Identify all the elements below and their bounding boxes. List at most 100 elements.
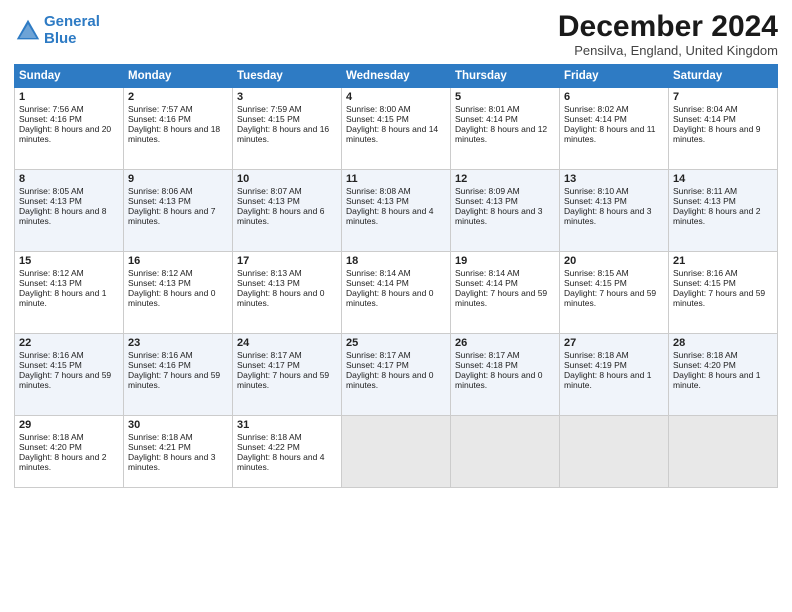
calendar-cell bbox=[451, 416, 560, 488]
calendar-table: Sunday Monday Tuesday Wednesday Thursday… bbox=[14, 64, 778, 488]
day-number: 28 bbox=[673, 337, 773, 349]
calendar-cell: 21Sunrise: 8:16 AMSunset: 4:15 PMDayligh… bbox=[669, 252, 778, 334]
calendar-cell: 13Sunrise: 8:10 AMSunset: 4:13 PMDayligh… bbox=[560, 170, 669, 252]
header-sunday: Sunday bbox=[15, 65, 124, 88]
sunset: Sunset: 4:20 PM bbox=[19, 442, 119, 452]
sunset: Sunset: 4:15 PM bbox=[564, 278, 664, 288]
calendar-cell: 30Sunrise: 8:18 AMSunset: 4:21 PMDayligh… bbox=[124, 416, 233, 488]
calendar-body: 1Sunrise: 7:56 AMSunset: 4:16 PMDaylight… bbox=[15, 88, 778, 488]
day-number: 7 bbox=[673, 91, 773, 103]
sunset: Sunset: 4:13 PM bbox=[564, 196, 664, 206]
logo: General Blue bbox=[14, 14, 100, 47]
header-row: Sunday Monday Tuesday Wednesday Thursday… bbox=[15, 65, 778, 88]
calendar-cell: 1Sunrise: 7:56 AMSunset: 4:16 PMDaylight… bbox=[15, 88, 124, 170]
calendar-week-5: 29Sunrise: 8:18 AMSunset: 4:20 PMDayligh… bbox=[15, 416, 778, 488]
sunrise: Sunrise: 8:01 AM bbox=[455, 104, 555, 114]
day-number: 30 bbox=[128, 419, 228, 431]
header-monday: Monday bbox=[124, 65, 233, 88]
calendar-cell: 19Sunrise: 8:14 AMSunset: 4:14 PMDayligh… bbox=[451, 252, 560, 334]
day-number: 10 bbox=[237, 173, 337, 185]
calendar-week-1: 1Sunrise: 7:56 AMSunset: 4:16 PMDaylight… bbox=[15, 88, 778, 170]
sunset: Sunset: 4:14 PM bbox=[455, 114, 555, 124]
day-number: 5 bbox=[455, 91, 555, 103]
sunset: Sunset: 4:15 PM bbox=[673, 278, 773, 288]
calendar-cell: 25Sunrise: 8:17 AMSunset: 4:17 PMDayligh… bbox=[342, 334, 451, 416]
title-block: December 2024 Pensilva, England, United … bbox=[558, 10, 778, 58]
daylight: Daylight: 8 hours and 16 minutes. bbox=[237, 124, 337, 144]
calendar-cell: 10Sunrise: 8:07 AMSunset: 4:13 PMDayligh… bbox=[233, 170, 342, 252]
month-title: December 2024 bbox=[558, 10, 778, 43]
day-number: 14 bbox=[673, 173, 773, 185]
sunset: Sunset: 4:15 PM bbox=[346, 114, 446, 124]
calendar-cell bbox=[342, 416, 451, 488]
calendar-cell: 17Sunrise: 8:13 AMSunset: 4:13 PMDayligh… bbox=[233, 252, 342, 334]
sunset: Sunset: 4:15 PM bbox=[237, 114, 337, 124]
calendar-cell: 22Sunrise: 8:16 AMSunset: 4:15 PMDayligh… bbox=[15, 334, 124, 416]
daylight: Daylight: 7 hours and 59 minutes. bbox=[455, 288, 555, 308]
sunrise: Sunrise: 8:13 AM bbox=[237, 268, 337, 278]
sunset: Sunset: 4:17 PM bbox=[237, 360, 337, 370]
header-thursday: Thursday bbox=[451, 65, 560, 88]
daylight: Daylight: 7 hours and 59 minutes. bbox=[237, 370, 337, 390]
logo-blue: Blue bbox=[44, 30, 77, 47]
day-number: 12 bbox=[455, 173, 555, 185]
day-number: 23 bbox=[128, 337, 228, 349]
calendar-cell: 20Sunrise: 8:15 AMSunset: 4:15 PMDayligh… bbox=[560, 252, 669, 334]
sunrise: Sunrise: 7:57 AM bbox=[128, 104, 228, 114]
day-number: 16 bbox=[128, 255, 228, 267]
sunrise: Sunrise: 8:16 AM bbox=[128, 350, 228, 360]
sunset: Sunset: 4:22 PM bbox=[237, 442, 337, 452]
logo-text: General Blue bbox=[44, 14, 100, 47]
calendar-cell: 23Sunrise: 8:16 AMSunset: 4:16 PMDayligh… bbox=[124, 334, 233, 416]
sunrise: Sunrise: 8:02 AM bbox=[564, 104, 664, 114]
daylight: Daylight: 8 hours and 2 minutes. bbox=[673, 206, 773, 226]
calendar-cell: 3Sunrise: 7:59 AMSunset: 4:15 PMDaylight… bbox=[233, 88, 342, 170]
daylight: Daylight: 7 hours and 59 minutes. bbox=[128, 370, 228, 390]
calendar-cell: 6Sunrise: 8:02 AMSunset: 4:14 PMDaylight… bbox=[560, 88, 669, 170]
header-tuesday: Tuesday bbox=[233, 65, 342, 88]
sunrise: Sunrise: 8:05 AM bbox=[19, 186, 119, 196]
sunrise: Sunrise: 8:15 AM bbox=[564, 268, 664, 278]
day-number: 3 bbox=[237, 91, 337, 103]
sunrise: Sunrise: 8:07 AM bbox=[237, 186, 337, 196]
sunset: Sunset: 4:13 PM bbox=[237, 278, 337, 288]
daylight: Daylight: 8 hours and 12 minutes. bbox=[455, 124, 555, 144]
sunrise: Sunrise: 8:00 AM bbox=[346, 104, 446, 114]
day-number: 13 bbox=[564, 173, 664, 185]
location: Pensilva, England, United Kingdom bbox=[558, 43, 778, 58]
daylight: Daylight: 8 hours and 4 minutes. bbox=[346, 206, 446, 226]
daylight: Daylight: 8 hours and 0 minutes. bbox=[346, 370, 446, 390]
sunrise: Sunrise: 8:12 AM bbox=[19, 268, 119, 278]
sunset: Sunset: 4:17 PM bbox=[346, 360, 446, 370]
calendar-cell: 4Sunrise: 8:00 AMSunset: 4:15 PMDaylight… bbox=[342, 88, 451, 170]
daylight: Daylight: 8 hours and 0 minutes. bbox=[237, 288, 337, 308]
day-number: 1 bbox=[19, 91, 119, 103]
daylight: Daylight: 8 hours and 3 minutes. bbox=[455, 206, 555, 226]
calendar-cell: 11Sunrise: 8:08 AMSunset: 4:13 PMDayligh… bbox=[342, 170, 451, 252]
daylight: Daylight: 8 hours and 0 minutes. bbox=[128, 288, 228, 308]
daylight: Daylight: 8 hours and 0 minutes. bbox=[346, 288, 446, 308]
daylight: Daylight: 8 hours and 1 minute. bbox=[673, 370, 773, 390]
sunset: Sunset: 4:14 PM bbox=[346, 278, 446, 288]
sunset: Sunset: 4:13 PM bbox=[128, 196, 228, 206]
sunrise: Sunrise: 8:18 AM bbox=[128, 432, 228, 442]
day-number: 24 bbox=[237, 337, 337, 349]
day-number: 20 bbox=[564, 255, 664, 267]
daylight: Daylight: 7 hours and 59 minutes. bbox=[564, 288, 664, 308]
sunrise: Sunrise: 8:18 AM bbox=[237, 432, 337, 442]
sunrise: Sunrise: 8:18 AM bbox=[19, 432, 119, 442]
daylight: Daylight: 8 hours and 9 minutes. bbox=[673, 124, 773, 144]
header: General Blue December 2024 Pensilva, Eng… bbox=[14, 10, 778, 58]
calendar-week-2: 8Sunrise: 8:05 AMSunset: 4:13 PMDaylight… bbox=[15, 170, 778, 252]
day-number: 19 bbox=[455, 255, 555, 267]
day-number: 27 bbox=[564, 337, 664, 349]
sunset: Sunset: 4:13 PM bbox=[673, 196, 773, 206]
daylight: Daylight: 8 hours and 1 minute. bbox=[564, 370, 664, 390]
sunrise: Sunrise: 8:08 AM bbox=[346, 186, 446, 196]
daylight: Daylight: 8 hours and 1 minute. bbox=[19, 288, 119, 308]
calendar-cell: 28Sunrise: 8:18 AMSunset: 4:20 PMDayligh… bbox=[669, 334, 778, 416]
daylight: Daylight: 8 hours and 6 minutes. bbox=[237, 206, 337, 226]
day-number: 15 bbox=[19, 255, 119, 267]
day-number: 26 bbox=[455, 337, 555, 349]
calendar-cell bbox=[560, 416, 669, 488]
